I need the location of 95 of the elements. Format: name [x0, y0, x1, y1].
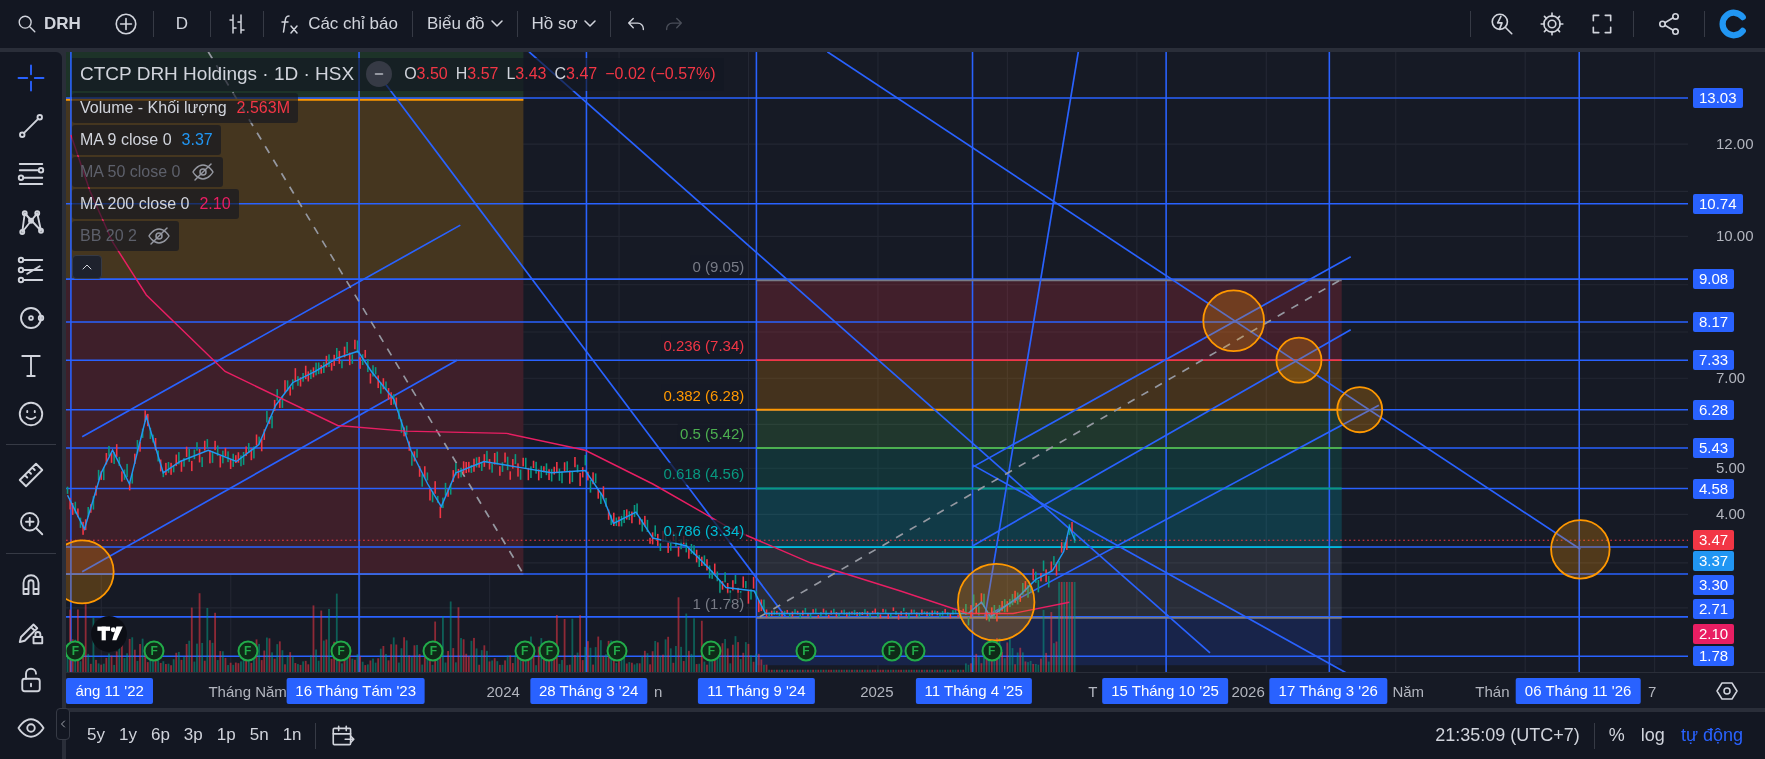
chart-menu-button[interactable]: Biểu đồ: [418, 9, 511, 39]
axis-tick-label: 7: [1647, 682, 1657, 702]
date-tag: 11 Tháng 9 '24: [698, 678, 815, 704]
price-tag: 13.03: [1693, 87, 1743, 108]
indicator-value: 2.10: [199, 193, 231, 214]
date-tag: áng 11 '22: [66, 678, 153, 704]
price-tag: 10.74: [1693, 193, 1743, 214]
fib-level-label: 0.618 (4.56): [661, 462, 747, 486]
axis-tick-label: Thán: [1475, 682, 1510, 702]
fib-levels-icon[interactable]: [16, 255, 46, 285]
logo-icon[interactable]: [90, 614, 129, 653]
range-button[interactable]: 1n: [275, 721, 309, 750]
date-tag: 06 Tháng 11 '26: [1515, 678, 1641, 704]
price-tag: 2.10: [1693, 623, 1735, 644]
axis-tick-label: 12.00: [1716, 133, 1754, 154]
highlight-circle: [1202, 289, 1265, 353]
indicator-value: 3.37: [181, 129, 213, 150]
ohlc-value: H3.57: [455, 64, 499, 85]
event-marker[interactable]: F: [143, 640, 165, 662]
price-tag: 6.28: [1693, 399, 1735, 420]
date-tag: 11 Tháng 4 '25: [915, 678, 1032, 704]
fib-level-label: 0.786 (3.34): [661, 520, 747, 543]
indicators-button[interactable]: Các chỉ báo: [270, 8, 406, 40]
symbol-title: CTCP DRH Holdings · 1D · HSX: [80, 62, 355, 86]
price-tag: 1.78: [1693, 646, 1735, 667]
logo-icon[interactable]: [1719, 9, 1749, 39]
indicator-label: Volume - Khối lượng: [80, 97, 227, 118]
axis-tick-label: n: [654, 682, 663, 702]
search-icon[interactable]: [16, 13, 38, 35]
price-tag: 7.33: [1693, 350, 1735, 371]
event-marker[interactable]: F: [514, 640, 536, 662]
event-marker[interactable]: F: [237, 640, 259, 662]
price-tag: 2.71: [1693, 598, 1735, 619]
smiley-icon[interactable]: [16, 399, 46, 429]
symbol-search-button[interactable]: DRH: [8, 9, 89, 39]
axis-tick-label: 2024: [486, 682, 520, 702]
ruler-icon[interactable]: [16, 460, 46, 490]
highlight-circle: [1275, 336, 1323, 384]
range-button[interactable]: 5n: [242, 721, 276, 750]
price-tag: 3.47: [1693, 530, 1735, 551]
price-tag: 3.37: [1693, 550, 1735, 571]
range-button[interactable]: 6p: [143, 721, 177, 750]
price-tag: 3.30: [1693, 575, 1735, 596]
price-change: −0.02 (−0.57%): [605, 64, 716, 85]
axis-tick-label: 2026: [1231, 682, 1265, 702]
indicator-label: MA 9 close 0: [80, 129, 172, 150]
axis-tick-label: 2025: [860, 682, 894, 702]
quick-search-icon[interactable]: [1489, 11, 1515, 37]
add-symbol-icon[interactable]: [112, 11, 139, 37]
range-button[interactable]: 1y: [111, 721, 144, 750]
range-button[interactable]: 1p: [209, 721, 243, 750]
axis-tick-label: Năm: [1392, 682, 1425, 702]
highlight-circle: [1550, 519, 1611, 580]
axis-tick-label: Tháng Năm: [208, 682, 287, 702]
scale-mode-button[interactable]: log: [1632, 720, 1673, 751]
event-marker[interactable]: F: [66, 640, 86, 662]
interval-button[interactable]: D: [159, 9, 205, 39]
trend-line-icon[interactable]: [16, 111, 46, 141]
axis-tick-label: 5.00: [1716, 458, 1746, 478]
price-tag: 4.58: [1693, 478, 1735, 499]
event-marker[interactable]: F: [700, 640, 722, 662]
date-tag: 17 Tháng 3 '26: [1269, 678, 1387, 704]
scale-mode-button[interactable]: %: [1600, 720, 1633, 751]
pattern-icon[interactable]: [16, 207, 46, 237]
axis-tick-label: 10.00: [1716, 226, 1754, 247]
indicator-label: MA 200 close 0: [80, 193, 190, 214]
ohlc-value: C3.47: [554, 64, 598, 85]
price-tag: 9.08: [1693, 269, 1735, 290]
event-marker[interactable]: F: [538, 640, 560, 662]
indicator-label: MA 50 close 0: [80, 161, 181, 182]
date-tag: 15 Tháng 10 '25: [1102, 678, 1228, 704]
profile-menu-button[interactable]: Hồ sơ: [523, 9, 604, 39]
ohlc-value: L3.43: [506, 64, 547, 85]
caret-icon: [583, 20, 596, 28]
range-button[interactable]: 3p: [176, 721, 210, 750]
indicator-value: 2.563M: [236, 97, 290, 118]
date-tag: 28 Tháng 3 '24: [530, 678, 648, 704]
price-tag: 5.43: [1693, 438, 1735, 458]
event-marker[interactable]: F: [330, 640, 352, 662]
caret-icon: [490, 20, 503, 28]
event-marker[interactable]: F: [422, 640, 444, 662]
event-marker[interactable]: F: [606, 640, 628, 662]
axis-tick-label: 4.00: [1716, 504, 1746, 525]
ohlc-value: O3.50: [404, 64, 448, 85]
range-button[interactable]: 5y: [80, 721, 112, 750]
date-tag: 16 Tháng Tám '23: [286, 678, 426, 704]
indicator-label: BB 20 2: [80, 225, 137, 246]
crosshair-icon[interactable]: [16, 63, 46, 93]
settings-icon[interactable]: [1539, 11, 1565, 37]
clock-text: 21:35:09 (UTC+7): [1434, 724, 1581, 747]
price-tag: 8.17: [1693, 311, 1735, 332]
axis-tick-label: T: [1088, 682, 1098, 702]
share-icon[interactable]: [1656, 11, 1682, 37]
highlight-circle: [1336, 386, 1384, 434]
scale-mode-button[interactable]: tự động: [1672, 720, 1751, 751]
